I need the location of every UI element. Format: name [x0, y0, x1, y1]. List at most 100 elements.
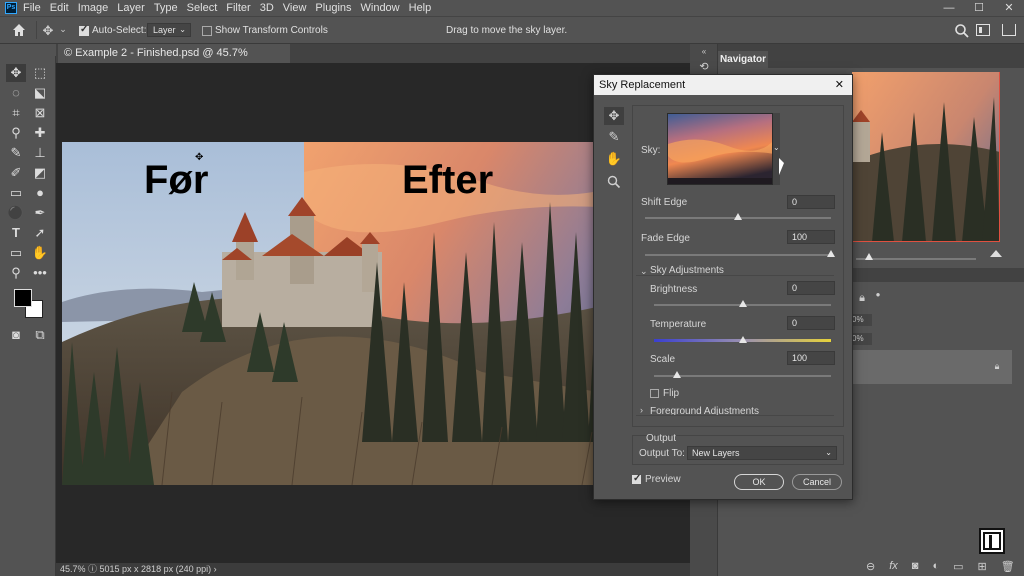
chevron-down-icon[interactable]: ⌄ [58, 24, 68, 35]
chevron-right-icon[interactable]: › [640, 405, 643, 415]
type-tool-icon[interactable]: T [6, 224, 26, 242]
new-group-icon[interactable]: ▭ [953, 560, 963, 573]
navigator-zoom-slider[interactable] [856, 258, 976, 260]
output-to-select[interactable]: New Layers ⌄ [687, 446, 837, 460]
fade-edge-thumb[interactable] [827, 250, 835, 257]
fade-edge-input[interactable]: 100 [787, 230, 835, 244]
lock-icon[interactable]: 🔒︎ [856, 292, 868, 305]
shift-edge-input[interactable]: 0 [787, 195, 835, 209]
stamp-tool-icon[interactable]: ⊥ [30, 144, 50, 162]
dodge-tool-icon[interactable]: ⚫ [6, 204, 26, 222]
dialog-title-bar[interactable]: Sky Replacement ✕ [594, 75, 852, 95]
temperature-input[interactable]: 0 [787, 316, 835, 330]
crop-tool-icon[interactable]: ⌗ [6, 104, 26, 122]
hand-tool-icon[interactable]: ✋ [604, 151, 624, 167]
sky-preset-thumbnail[interactable] [667, 113, 773, 185]
adjustment-layer-icon[interactable]: ◐ [932, 560, 939, 572]
menu-help[interactable]: Help [409, 2, 432, 14]
output-to-label: Output To: [639, 448, 685, 459]
close-icon[interactable]: ✕ [835, 75, 844, 95]
zoom-tool-icon[interactable]: ⚲ [6, 264, 26, 282]
foreground-color-swatch[interactable] [14, 289, 32, 307]
move-sky-tool-icon[interactable]: ✥ [604, 107, 624, 125]
navigator-thumbnail[interactable] [852, 72, 1000, 242]
maximize-button[interactable]: ☐ [964, 0, 994, 16]
collapse-panel-icon[interactable]: « [696, 47, 712, 56]
brush-tool-icon[interactable]: ✎ [6, 144, 26, 162]
screen-mode-icon[interactable]: ⧉ [30, 326, 50, 344]
auto-select-checkbox[interactable] [79, 24, 89, 36]
eraser-tool-icon[interactable]: ◩ [30, 164, 50, 182]
move-tool-icon[interactable]: ✥ [6, 64, 26, 82]
menu-window[interactable]: Window [361, 2, 400, 14]
navigator-tab[interactable]: Navigator [718, 51, 768, 68]
scale-input[interactable]: 100 [787, 351, 835, 365]
healing-tool-icon[interactable]: ✚ [30, 124, 50, 142]
menu-view[interactable]: View [283, 2, 307, 14]
shift-edge-thumb[interactable] [734, 213, 742, 220]
blur-tool-icon[interactable]: ● [30, 184, 50, 202]
layer-row[interactable] [852, 350, 1012, 384]
shape-tool-icon[interactable]: ▭ [6, 244, 26, 262]
fill-dot-icon[interactable]: ● [874, 290, 882, 299]
flip-label: Flip [663, 388, 680, 399]
cancel-button[interactable]: Cancel [792, 474, 842, 490]
gradient-tool-icon[interactable]: ▭ [6, 184, 26, 202]
document-tab[interactable]: © Example 2 - Finished.psd @ 45.7% (RGB/… [58, 44, 290, 78]
menu-filter[interactable]: Filter [226, 2, 250, 14]
history-icon[interactable]: ⟲ [696, 60, 712, 73]
scale-thumb[interactable] [673, 371, 681, 378]
close-window-button[interactable]: ✕ [994, 0, 1024, 16]
share-icon[interactable] [1002, 24, 1016, 36]
minimize-button[interactable]: — [934, 0, 964, 16]
navigator-view-box[interactable] [852, 72, 1000, 242]
auto-select-dropdown[interactable]: Layer ⌄ [147, 23, 191, 37]
history-brush-icon[interactable]: ✐ [6, 164, 26, 182]
delete-layer-icon[interactable]: 🗑︎ [1001, 560, 1015, 573]
lasso-tool-icon[interactable]: ◌ [6, 84, 26, 102]
fx-icon[interactable]: fx [889, 560, 898, 572]
marquee-tool-icon[interactable]: ⬚ [30, 64, 50, 82]
menu-file[interactable]: File [23, 2, 41, 14]
flip-checkbox[interactable] [650, 389, 659, 398]
dialog-title: Sky Replacement [599, 79, 686, 91]
brightness-thumb[interactable] [738, 300, 747, 307]
zoom-in-icon[interactable] [990, 250, 1002, 257]
menu-image[interactable]: Image [78, 2, 109, 14]
show-transform-checkbox[interactable] [202, 26, 212, 36]
menu-3d[interactable]: 3D [260, 2, 274, 14]
fill-field[interactable]: 0% [852, 333, 872, 345]
navigator-zoom-thumb[interactable] [865, 253, 873, 260]
new-layer-icon[interactable]: ⊞ [978, 560, 987, 573]
brightness-input[interactable]: 0 [787, 281, 835, 295]
add-mask-icon[interactable]: ◙ [912, 560, 919, 572]
menu-layer[interactable]: Layer [117, 2, 145, 14]
window-controls: — ☐ ✕ [934, 0, 1024, 16]
hand-tool-icon[interactable]: ✋ [30, 244, 50, 262]
preview-checkbox[interactable] [632, 473, 641, 484]
menu-type[interactable]: Type [154, 2, 178, 14]
frame-tool-icon[interactable]: ⊠ [30, 104, 50, 122]
home-icon[interactable] [11, 22, 27, 38]
link-layers-icon[interactable]: ⊖ [866, 560, 875, 573]
zoom-tool-icon[interactable] [607, 175, 621, 189]
menu-select[interactable]: Select [187, 2, 218, 14]
quick-mask-icon[interactable]: ◙ [6, 326, 26, 344]
search-icon[interactable] [954, 23, 970, 39]
fade-edge-label: Fade Edge [641, 233, 690, 244]
opacity-field[interactable]: 0% [852, 314, 872, 326]
fade-edge-slider[interactable] [645, 254, 831, 256]
move-tool-icon[interactable]: ✥ [40, 23, 56, 39]
ok-button[interactable]: OK [734, 474, 784, 490]
workspace-icon[interactable] [976, 24, 990, 36]
path-select-tool-icon[interactable]: ➚ [30, 224, 50, 242]
more-tools-icon[interactable]: ••• [30, 264, 50, 282]
menu-edit[interactable]: Edit [50, 2, 69, 14]
sky-brush-tool-icon[interactable]: ✎ [604, 129, 624, 145]
object-select-tool-icon[interactable]: ⬕ [30, 84, 50, 102]
photoshop-logo[interactable]: Ps [5, 2, 17, 14]
pen-tool-icon[interactable]: ✒ [30, 204, 50, 222]
temperature-thumb[interactable] [738, 336, 747, 343]
menu-plugins[interactable]: Plugins [315, 2, 351, 14]
eyedropper-tool-icon[interactable]: ⚲ [6, 124, 26, 142]
